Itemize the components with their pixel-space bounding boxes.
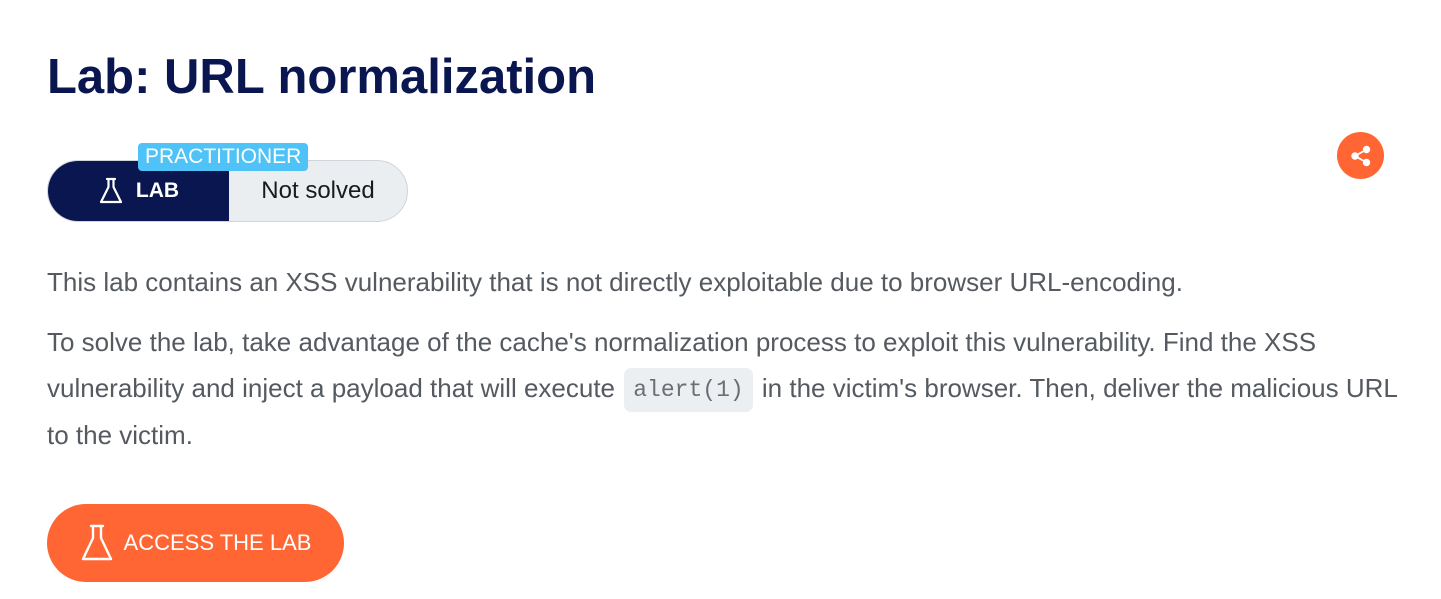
access-lab-label: ACCESS THE LAB bbox=[123, 530, 312, 555]
description-paragraph-1: This lab contains an XSS vulnerability t… bbox=[47, 267, 1183, 297]
share-button[interactable] bbox=[1337, 132, 1384, 179]
flask-icon bbox=[80, 523, 114, 563]
page-title: Lab: URL normalization bbox=[47, 50, 597, 104]
share-icon bbox=[1350, 145, 1372, 167]
lab-type-label: LAB bbox=[135, 179, 180, 202]
flask-icon bbox=[98, 177, 124, 205]
access-lab-button[interactable]: ACCESS THE LAB bbox=[47, 504, 344, 582]
level-badge: PRACTITIONER bbox=[138, 143, 309, 171]
code-snippet: alert(1) bbox=[624, 368, 753, 413]
description-paragraph-2: To solve the lab, take advantage of the … bbox=[47, 319, 1407, 458]
